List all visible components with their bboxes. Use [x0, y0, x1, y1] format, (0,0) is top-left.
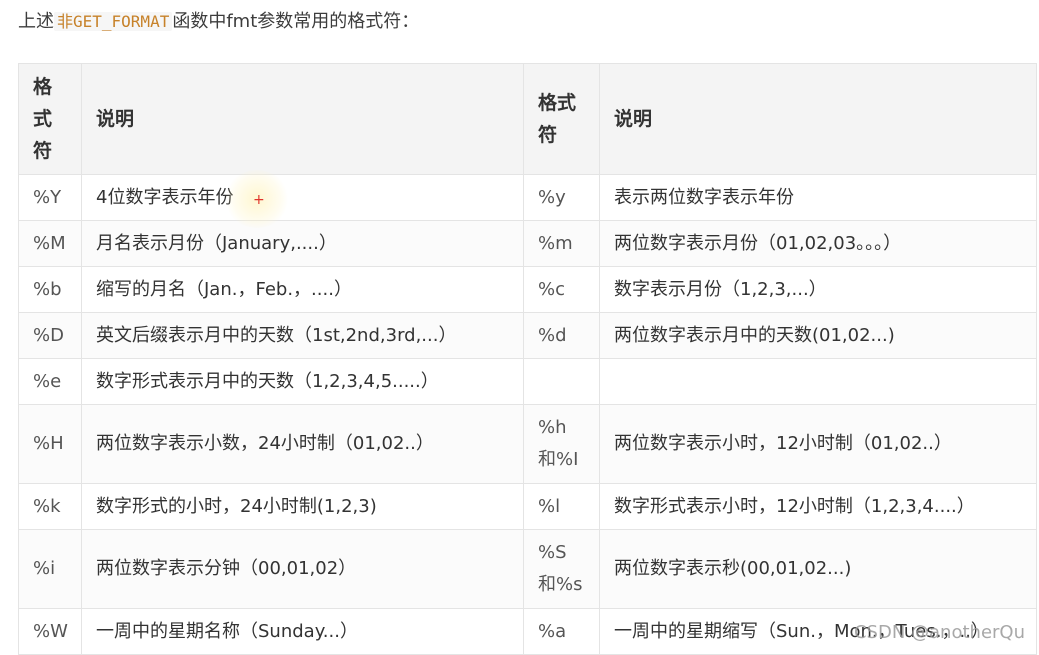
spec-cell: %m	[523, 220, 600, 267]
spec-cell: %h和%I	[523, 404, 600, 484]
desc-cell: 缩写的月名（Jan.，Feb.，....）	[81, 266, 524, 313]
spec-cell: %H	[18, 404, 82, 484]
spec-cell: %D	[18, 312, 82, 359]
desc-cell: 两位数字表示小数，24小时制（01,02..）	[81, 404, 524, 484]
spec-cell: %e	[18, 358, 82, 405]
spec-cell: %y	[523, 174, 600, 221]
header-desc-right: 说明	[599, 63, 1037, 175]
desc-cell: 一周中的星期名称（Sunday...）	[81, 608, 524, 655]
intro-suffix: 函数中fmt参数常用的格式符：	[172, 11, 420, 32]
spec-cell: %a	[523, 608, 600, 655]
spec-cell: %c	[523, 266, 600, 313]
table-row: %e 数字形式表示月中的天数（1,2,3,4,5.....）	[18, 358, 1037, 405]
table-row: %k 数字形式的小时，24小时制(1,2,3) %l 数字形式表示小时，12小时…	[18, 483, 1037, 530]
spec-cell: %d	[523, 312, 600, 359]
intro-prefix: 上述	[18, 11, 54, 32]
spec-cell: %W	[18, 608, 82, 655]
desc-cell: 数字表示月份（1,2,3,...）	[599, 266, 1037, 313]
table-row: %b 缩写的月名（Jan.，Feb.，....） %c 数字表示月份（1,2,3…	[18, 266, 1037, 313]
desc-cell: 两位数字表示分钟（00,01,02）	[81, 529, 524, 609]
spec-cell	[523, 358, 600, 405]
desc-cell: 两位数字表示小时，12小时制（01,02..）	[599, 404, 1037, 484]
desc-cell: 数字形式表示月中的天数（1,2,3,4,5.....）	[81, 358, 524, 405]
watermark: CSDN @anotherQu	[853, 622, 1025, 643]
spec-cell: %k	[18, 483, 82, 530]
desc-cell: 数字形式的小时，24小时制(1,2,3)	[81, 483, 524, 530]
desc-cell: 两位数字表示秒(00,01,02...)	[599, 529, 1037, 609]
table-row: %H 两位数字表示小数，24小时制（01,02..） %h和%I 两位数字表示小…	[18, 404, 1037, 484]
spec-cell: %Y	[18, 174, 82, 221]
cursor-plus-icon: +	[253, 192, 265, 208]
table-row: %i 两位数字表示分钟（00,01,02） %S和%s 两位数字表示秒(00,0…	[18, 529, 1037, 609]
desc-cell	[599, 358, 1037, 405]
format-specifier-table: 格式符 说明 格式符 说明 %Y 4位数字表示年份 %y 表示两位数字表示年份 …	[18, 63, 1037, 655]
spec-cell: %i	[18, 529, 82, 609]
table-header-row: 格式符 说明 格式符 说明	[18, 63, 1037, 175]
spec-cell: %S和%s	[523, 529, 600, 609]
desc-cell: 两位数字表示月份（01,02,03。。。）	[599, 220, 1037, 267]
intro-sentence: 上述 非GET_FORMAT 函数中fmt参数常用的格式符：	[18, 8, 419, 36]
inline-code: 非GET_FORMAT	[54, 12, 173, 31]
spec-cell: %M	[18, 220, 82, 267]
header-spec-left: 格式符	[18, 63, 82, 175]
desc-cell: 英文后缀表示月中的天数（1st,2nd,3rd,...）	[81, 312, 524, 359]
header-desc-left: 说明	[81, 63, 524, 175]
table-row: %D 英文后缀表示月中的天数（1st,2nd,3rd,...） %d 两位数字表…	[18, 312, 1037, 359]
desc-cell: 两位数字表示月中的天数(01,02...)	[599, 312, 1037, 359]
desc-cell: 4位数字表示年份	[81, 174, 524, 221]
desc-cell: 数字形式表示小时，12小时制（1,2,3,4....）	[599, 483, 1037, 530]
desc-cell: 表示两位数字表示年份	[599, 174, 1037, 221]
desc-cell: 月名表示月份（January,....）	[81, 220, 524, 267]
table-row: %Y 4位数字表示年份 %y 表示两位数字表示年份	[18, 174, 1037, 221]
header-spec-right: 格式符	[523, 63, 600, 175]
spec-cell: %l	[523, 483, 600, 530]
table-row: %M 月名表示月份（January,....） %m 两位数字表示月份（01,0…	[18, 220, 1037, 267]
spec-cell: %b	[18, 266, 82, 313]
